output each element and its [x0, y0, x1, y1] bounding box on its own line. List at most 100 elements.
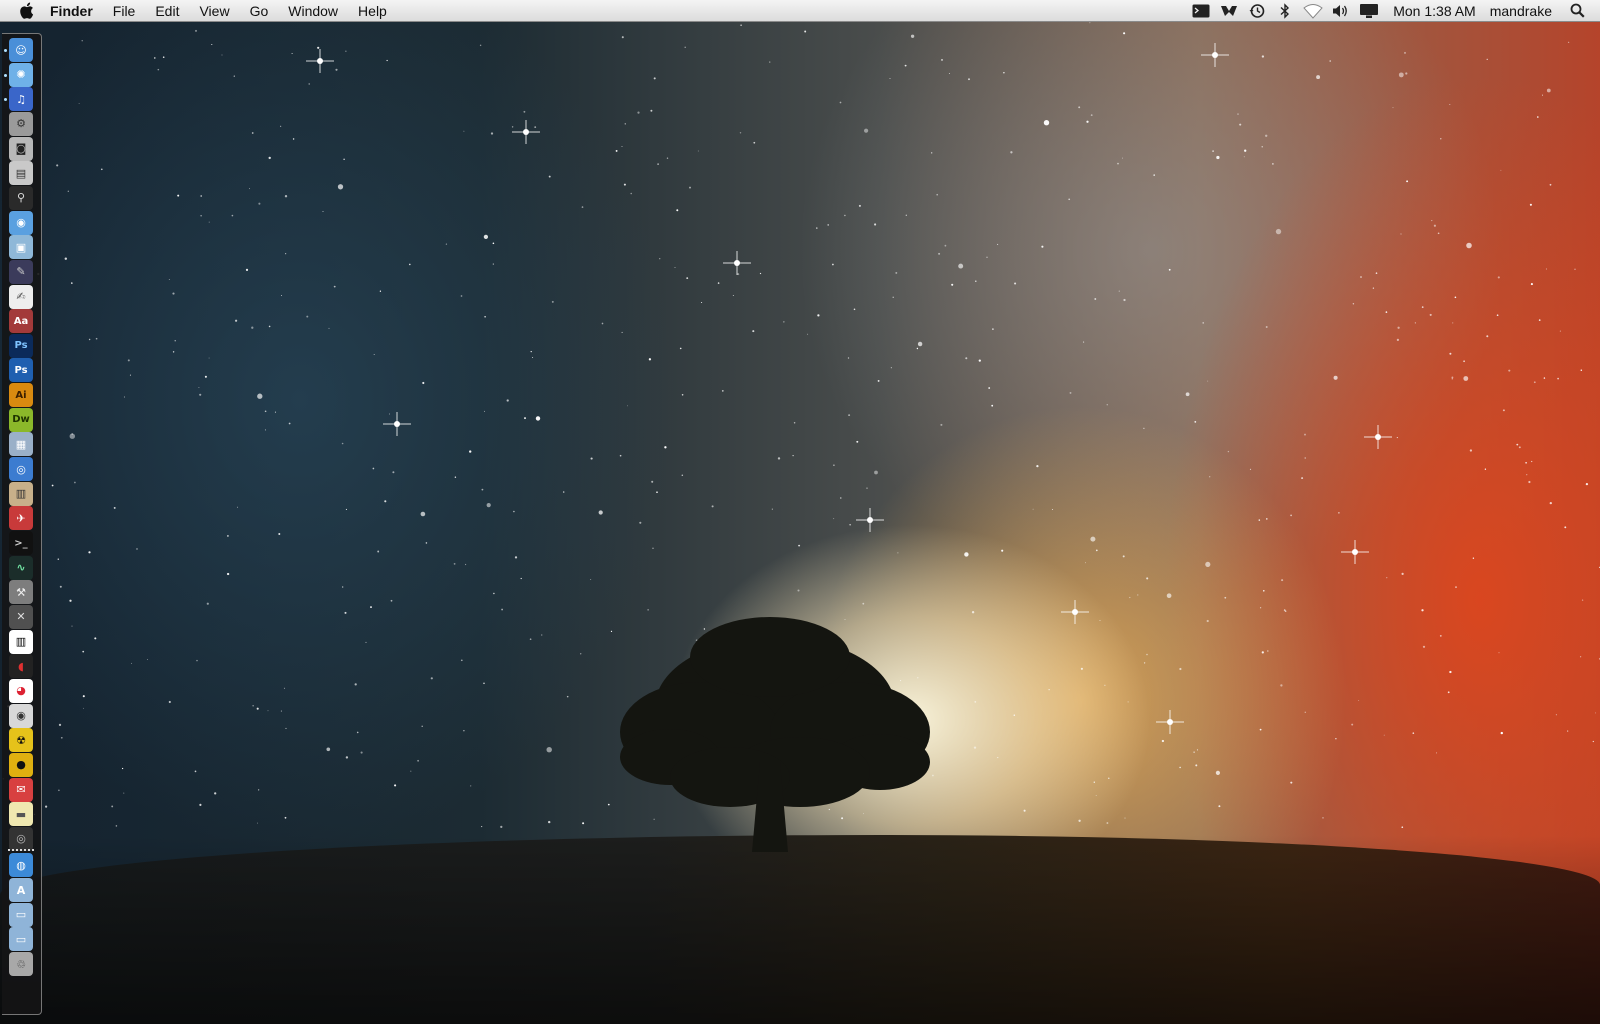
star: [615, 149, 618, 152]
star: [233, 75, 235, 77]
wingman-icon[interactable]: [1218, 0, 1240, 21]
star: [1557, 377, 1559, 380]
star: [1281, 579, 1284, 582]
adium-icon[interactable]: ✉: [9, 777, 33, 802]
star: [1244, 149, 1247, 152]
star: [1545, 268, 1547, 270]
star: [520, 577, 522, 580]
radioactive-app-icon[interactable]: ☢: [9, 728, 33, 753]
star: [268, 156, 271, 160]
applications-folder-icon[interactable]: A: [9, 878, 33, 903]
preview-icon[interactable]: ▤: [9, 161, 33, 186]
star: [82, 650, 85, 653]
ichat-icon[interactable]: ◉: [9, 210, 33, 235]
menu-window[interactable]: Window: [278, 0, 348, 22]
x11-icon[interactable]: ✕: [9, 604, 33, 629]
iphoto-icon[interactable]: ▣: [9, 235, 33, 260]
automator-icon[interactable]: ⚲: [9, 185, 33, 210]
safari-icon[interactable]: ✺: [9, 62, 33, 87]
system-preferences-icon[interactable]: ⚙: [9, 111, 33, 136]
star: [1372, 287, 1375, 289]
star: [1166, 593, 1172, 599]
network-globe-icon[interactable]: ◍: [9, 853, 33, 878]
terminal-status-icon[interactable]: [1190, 0, 1212, 21]
star: [940, 423, 943, 426]
star: [1437, 232, 1440, 235]
spotlight-search-icon[interactable]: [1566, 0, 1588, 21]
dictionary-icon[interactable]: Aa: [9, 309, 33, 334]
star: [1451, 378, 1454, 380]
star: [833, 518, 835, 520]
wifi-icon[interactable]: [1302, 0, 1324, 21]
menu-go[interactable]: Go: [240, 0, 279, 22]
star: [45, 805, 48, 808]
apple-menu-icon[interactable]: [16, 1, 36, 21]
star: [986, 256, 988, 258]
quicktime-icon[interactable]: ◎: [9, 457, 33, 482]
dreamweaver-icon[interactable]: Dw: [9, 407, 33, 432]
star: [1032, 508, 1034, 510]
star: [1237, 113, 1239, 115]
star: [129, 374, 131, 376]
star: [807, 333, 809, 335]
photoshop-icon[interactable]: Ps: [9, 333, 33, 358]
piano-icon[interactable]: ▥: [9, 629, 33, 654]
star: [1454, 296, 1457, 299]
star: [1421, 306, 1424, 308]
iwork-icon[interactable]: ▥: [9, 481, 33, 506]
star: [264, 410, 267, 413]
star: [291, 52, 293, 55]
photo-booth-icon[interactable]: ◙: [9, 136, 33, 161]
activity-monitor-icon[interactable]: ∿: [9, 555, 33, 580]
star: [1595, 712, 1597, 714]
star: [1533, 381, 1536, 384]
dvd-player-icon[interactable]: ◉: [9, 703, 33, 728]
pen-tool-icon[interactable]: ✎: [9, 259, 33, 284]
image-capture-icon[interactable]: ▦: [9, 432, 33, 457]
star: [1168, 268, 1171, 271]
menu-file[interactable]: File: [103, 0, 146, 22]
time-machine-icon[interactable]: [1246, 0, 1268, 21]
volume-icon[interactable]: [1330, 0, 1352, 21]
menu-clock[interactable]: Mon 1:38 AM: [1383, 3, 1486, 19]
downloads-folder-icon[interactable]: ▭: [9, 927, 33, 952]
star: [684, 46, 686, 49]
star: [172, 292, 175, 295]
trash-icon[interactable]: ♲: [9, 952, 33, 977]
textedit-icon[interactable]: ✍: [9, 284, 33, 309]
star: [1224, 596, 1227, 599]
star: [992, 328, 994, 330]
display-icon[interactable]: [1358, 0, 1380, 21]
star: [601, 322, 604, 325]
chrome-icon[interactable]: ◕: [9, 678, 33, 703]
star: [839, 101, 842, 104]
star: [1122, 157, 1123, 159]
terminal-icon[interactable]: >_: [9, 531, 33, 555]
instruments-icon[interactable]: ⚒: [9, 580, 33, 605]
itunes-icon[interactable]: ♫: [9, 87, 33, 112]
star: [948, 73, 950, 74]
illustrator-icon[interactable]: Ai: [9, 383, 33, 408]
menu-edit[interactable]: Edit: [145, 0, 189, 22]
bluetooth-icon[interactable]: [1274, 0, 1296, 21]
star: [335, 68, 338, 71]
camino-icon[interactable]: ●: [9, 752, 33, 777]
star: [1543, 377, 1546, 379]
photoshop-alt-icon[interactable]: Ps: [9, 358, 33, 383]
star: [817, 314, 820, 317]
star: [1429, 313, 1432, 316]
user-menu[interactable]: mandrake: [1486, 3, 1566, 19]
star: [354, 683, 357, 686]
finder-icon[interactable]: ☺: [9, 38, 33, 62]
menu-view[interactable]: View: [189, 0, 239, 22]
star: [484, 315, 486, 318]
document-icon[interactable]: ▬: [9, 802, 33, 827]
menu-help[interactable]: Help: [348, 0, 397, 22]
camera-app-icon[interactable]: ◎: [9, 826, 33, 851]
menu-app-name[interactable]: Finder: [50, 0, 103, 22]
red-app-icon[interactable]: ◖: [9, 654, 33, 679]
star: [580, 653, 582, 655]
star: [651, 480, 654, 483]
documents-folder-icon[interactable]: ▭: [9, 902, 33, 927]
web-browser-icon[interactable]: ✈: [9, 506, 33, 531]
